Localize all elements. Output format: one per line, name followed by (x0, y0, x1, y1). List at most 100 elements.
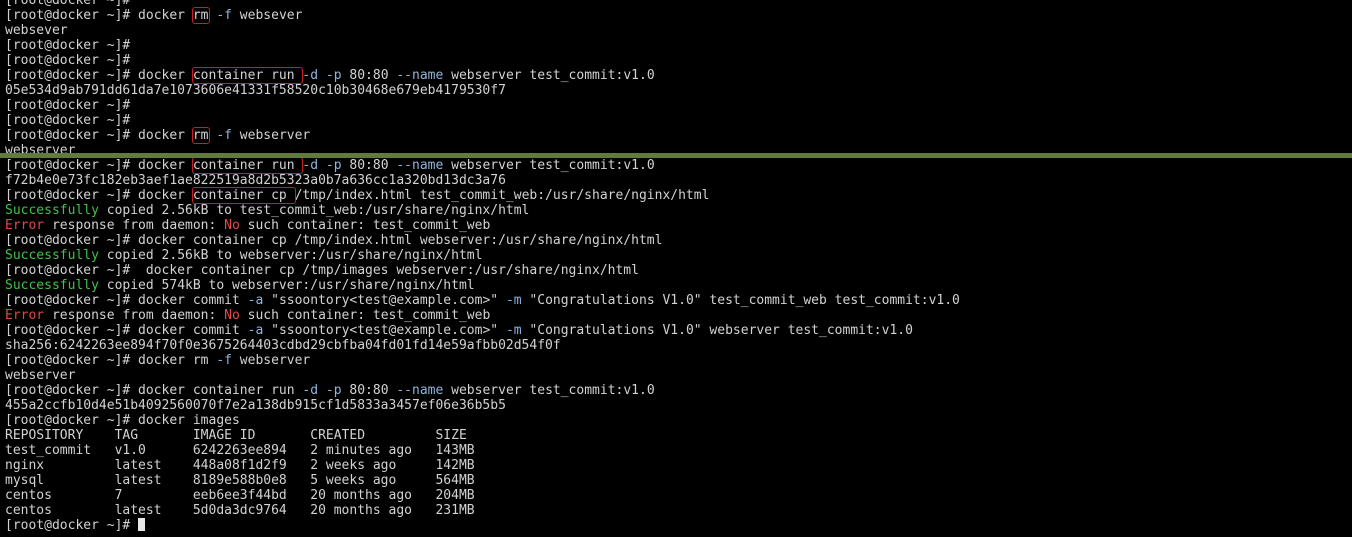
line-text: [root@docker ~]# docker (5, 188, 193, 203)
line-text: -m (505, 293, 522, 308)
line-text: Successfully (5, 278, 99, 293)
line-text: [root@docker ~]# docker (5, 128, 193, 143)
line-text: such container: test_commit_web (239, 308, 491, 323)
line-text: [root@docker ~]# (5, 53, 131, 68)
terminal-line: [root@docker ~]# docker images (5, 413, 960, 428)
terminal-line: websever (5, 23, 655, 38)
terminal-line: [root@docker ~]# docker container run -d… (5, 158, 960, 174)
terminal-line: mysql latest 8189e588b0e8 5 weeks ago 56… (5, 473, 960, 488)
line-text: -d (302, 383, 319, 398)
terminal-line: [root@docker ~]# docker container cp /tm… (5, 263, 960, 278)
line-text: [root@docker ~]# (5, 98, 131, 113)
line-text: -d (302, 158, 319, 173)
line-text: Successfully (5, 203, 99, 218)
terminal-line: [root@docker ~]# docker rm -f webserver (5, 353, 960, 368)
line-text: [root@docker ~]# docker commit (5, 293, 248, 308)
terminal-line: nginx latest 448a08f1d2f9 2 weeks ago 14… (5, 458, 960, 473)
terminal-line: centos 7 eeb6ee3f44bd 20 months ago 204M… (5, 488, 960, 503)
terminal-line: f72b4e0e73fc182eb3aef1ae822519a8d2b5323a… (5, 173, 960, 188)
line-text: -f (216, 128, 232, 143)
line-text: webserver (231, 128, 311, 143)
line-text: [root@docker ~]# docker rm (5, 353, 217, 368)
line-text (318, 158, 326, 173)
line-text: 80:80 (341, 68, 397, 83)
highlight-rm: rm (191, 7, 210, 24)
line-text: [root@docker ~]# docker container cp /tm… (5, 263, 639, 278)
terminal-line: [root@docker ~]# (5, 518, 960, 533)
line-text: webserver test_commit:v1.0 (443, 383, 655, 398)
line-text: 80:80 (341, 383, 397, 398)
line-text: sha256:6242263ee894f70f0e3675264403cdbd2… (5, 338, 561, 353)
line-text: -a (247, 323, 264, 338)
line-text: webserver (5, 368, 76, 383)
terminal-line: sha256:6242263ee894f70f0e3675264403cdbd2… (5, 338, 960, 353)
line-text: Successfully (5, 248, 99, 263)
line-text: -p (325, 68, 342, 83)
line-text: copied 574kB to webserver:/usr/share/ngi… (98, 278, 475, 293)
line-text: response from daemon: (44, 218, 225, 233)
line-text (318, 68, 326, 83)
line-text: "Congratulations V1.0" test_commit_web t… (521, 293, 960, 308)
terminal-window[interactable]: [root@docker ~]# [root@docker ~]# docker … (0, 0, 1352, 537)
line-text: webserver test_commit:v1.0 (443, 68, 655, 83)
cursor (138, 518, 146, 531)
line-text: -f (216, 353, 232, 368)
line-text: 455a2ccfb10d4e51b4092560070f7e2a138db915… (5, 398, 506, 413)
terminal-line: [root@docker ~]# docker container cp /tm… (5, 187, 960, 204)
terminal-line: webserver (5, 143, 655, 153)
line-text: mysql latest 8189e588b0e8 5 weeks ago 56… (5, 473, 475, 488)
terminal-line: [root@docker ~]# (5, 38, 655, 53)
line-text: [root@docker ~]# (5, 518, 139, 533)
line-text: websever (5, 23, 68, 38)
terminal-pane-bottom[interactable]: [root@docker ~]# docker container run -d… (0, 158, 1352, 537)
terminal-line: centos latest 5d0da3dc9764 20 months ago… (5, 503, 960, 518)
line-text: [root@docker ~]# (5, 0, 131, 8)
terminal-pane-top[interactable]: [root@docker ~]# [root@docker ~]# docker … (0, 0, 1352, 153)
line-text: -d (302, 68, 319, 83)
line-text: -f (216, 8, 232, 23)
line-text: copied 2.56kB to webserver:/usr/share/ng… (98, 248, 483, 263)
line-text: f72b4e0e73fc182eb3aef1ae822519a8d2b5323a… (5, 173, 506, 188)
highlight-container-run: container run (191, 158, 304, 174)
line-text: No (224, 308, 240, 323)
line-text: Error (5, 218, 45, 233)
line-text: webserver (231, 353, 311, 368)
highlight-container-cp: container cp (191, 187, 296, 204)
line-text: webserver test_commit:v1.0 (443, 158, 655, 173)
line-text: -m (505, 323, 522, 338)
line-text: [root@docker ~]# docker (5, 8, 193, 23)
line-text: -p (325, 158, 342, 173)
terminal-line: test_commit v1.0 6242263ee894 2 minutes … (5, 443, 960, 458)
highlight-container-run: container run (191, 67, 304, 84)
terminal-output-bottom: [root@docker ~]# docker container run -d… (5, 158, 960, 533)
line-text: Error (5, 308, 45, 323)
line-text: [root@docker ~]# (5, 38, 131, 53)
terminal-line: [root@docker ~]# docker container run -d… (5, 383, 960, 398)
line-text: [root@docker ~]# docker container run (5, 383, 303, 398)
terminal-line: [root@docker ~]# (5, 53, 655, 68)
terminal-line: [root@docker ~]# docker container cp /tm… (5, 233, 960, 248)
terminal-line: Successfully copied 2.56kB to test_commi… (5, 203, 960, 218)
line-text: centos 7 eeb6ee3f44bd 20 months ago 204M… (5, 488, 475, 503)
line-text: [root@docker ~]# docker images (5, 413, 240, 428)
line-text: "Congratulations V1.0" webserver test_co… (521, 323, 913, 338)
line-text: centos latest 5d0da3dc9764 20 months ago… (5, 503, 475, 518)
line-text: --name (396, 383, 444, 398)
terminal-line: [root@docker ~]# docker rm -f webserver (5, 127, 655, 144)
line-text: 80:80 (341, 158, 397, 173)
terminal-line: Error response from daemon: No such cont… (5, 218, 960, 233)
line-text: --name (396, 158, 444, 173)
terminal-line: 455a2ccfb10d4e51b4092560070f7e2a138db915… (5, 398, 960, 413)
line-text: /tmp/index.html test_commit_web:/usr/sha… (294, 188, 710, 203)
line-text: websever (231, 8, 303, 23)
terminal-line: [root@docker ~]# (5, 98, 655, 113)
line-text: response from daemon: (44, 308, 225, 323)
line-text: [root@docker ~]# docker container cp /tm… (5, 233, 663, 248)
terminal-line: [root@docker ~]# docker rm -f websever (5, 7, 655, 24)
terminal-line: REPOSITORY TAG IMAGE ID CREATED SIZE (5, 428, 960, 443)
line-text: [root@docker ~]# docker (5, 158, 193, 173)
terminal-line: webserver (5, 368, 960, 383)
line-text: webserver (5, 143, 76, 153)
line-text: --name (396, 68, 444, 83)
line-text: test_commit v1.0 6242263ee894 2 minutes … (5, 443, 475, 458)
